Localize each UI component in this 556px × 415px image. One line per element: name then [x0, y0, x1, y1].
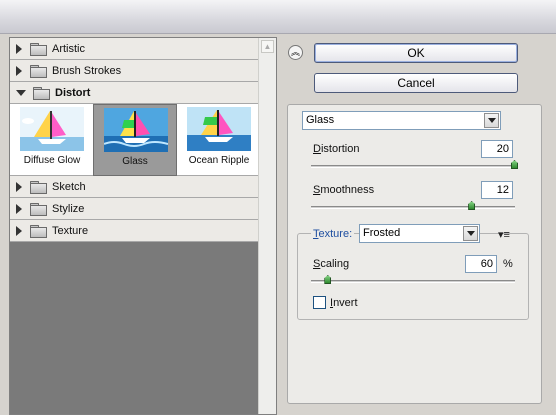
smoothness-slider-track[interactable] — [311, 206, 515, 209]
category-distort[interactable]: Distort — [10, 82, 258, 104]
filter-select[interactable]: Glass — [302, 111, 501, 130]
collapse-triangle-icon[interactable] — [16, 89, 26, 96]
title-bar — [0, 0, 556, 34]
category-label: Distort — [55, 86, 91, 99]
filter-list: Artistic Brush Strokes Distort Diffuse G… — [10, 38, 258, 414]
sailboat-thumbnail-image — [20, 107, 84, 151]
sailboat-thumbnail-image — [187, 107, 251, 151]
category-stylize[interactable]: Stylize — [10, 198, 258, 220]
cancel-button[interactable]: Cancel — [314, 73, 518, 93]
category-label: Brush Strokes — [52, 64, 122, 77]
invert-checkbox[interactable] — [313, 296, 326, 309]
ok-button[interactable]: OK — [314, 43, 518, 63]
texture-select-value: Frosted — [363, 227, 401, 239]
category-brush-strokes[interactable]: Brush Strokes — [10, 60, 258, 82]
folder-icon — [30, 65, 47, 78]
expand-triangle-icon[interactable] — [16, 203, 22, 214]
thumbnail-caption: Diffuse Glow — [23, 155, 81, 166]
filter-select-value: Glass — [306, 114, 335, 126]
expand-triangle-icon[interactable] — [16, 65, 22, 76]
distortion-field[interactable]: 20 — [481, 140, 513, 158]
distort-thumbnails: Diffuse Glow Glass Ocean Ripple — [10, 104, 258, 176]
category-artistic[interactable]: Artistic — [10, 38, 258, 60]
invert-label: Invert — [330, 297, 358, 309]
folder-icon — [30, 43, 47, 56]
smoothness-field[interactable]: 12 — [481, 181, 513, 199]
folder-icon — [30, 181, 47, 194]
expand-triangle-icon[interactable] — [16, 181, 22, 192]
category-texture[interactable]: Texture — [10, 220, 258, 242]
triangle-up-icon[interactable]: ▲ — [261, 40, 274, 53]
scaling-field[interactable]: 60 — [465, 255, 497, 273]
thumbnail-ocean-ripple[interactable]: Ocean Ripple — [177, 104, 261, 176]
smoothness-label: Smoothness — [313, 184, 375, 196]
texture-label: Texture: — [311, 228, 355, 240]
expand-triangle-icon[interactable] — [16, 225, 22, 236]
double-chevron-up-icon[interactable]: ︽ — [288, 45, 303, 60]
thumbnail-diffuse-glow[interactable]: Diffuse Glow — [10, 104, 94, 176]
texture-select[interactable]: Frosted — [359, 224, 480, 243]
folder-icon — [30, 225, 47, 238]
category-label: Artistic — [52, 42, 85, 55]
category-label: Stylize — [52, 202, 85, 215]
folder-icon — [30, 203, 47, 216]
category-sketch[interactable]: Sketch — [10, 176, 258, 198]
category-label: Texture — [52, 224, 89, 237]
distortion-slider-track[interactable] — [311, 165, 515, 168]
filter-browser: Artistic Brush Strokes Distort Diffuse G… — [9, 37, 277, 415]
distortion-label: Distortion — [313, 143, 360, 155]
open-folder-icon — [33, 87, 50, 100]
vertical-scrollbar[interactable]: ▲ — [258, 38, 276, 414]
flyout-menu-icon[interactable]: ▾≡ — [498, 228, 510, 241]
thumbnail-glass[interactable]: Glass — [93, 104, 177, 176]
expand-triangle-icon[interactable] — [16, 43, 22, 54]
thumbnail-caption: Glass — [122, 156, 148, 167]
category-label: Sketch — [52, 180, 86, 193]
chevron-down-icon[interactable] — [484, 113, 499, 128]
thumbnail-caption: Ocean Ripple — [188, 155, 250, 166]
scaling-slider-track[interactable] — [311, 280, 515, 283]
scaling-label: Scaling — [313, 258, 350, 270]
sailboat-thumbnail-image — [104, 108, 168, 152]
chevron-down-icon[interactable] — [463, 226, 478, 241]
scaling-unit: % — [503, 258, 513, 270]
